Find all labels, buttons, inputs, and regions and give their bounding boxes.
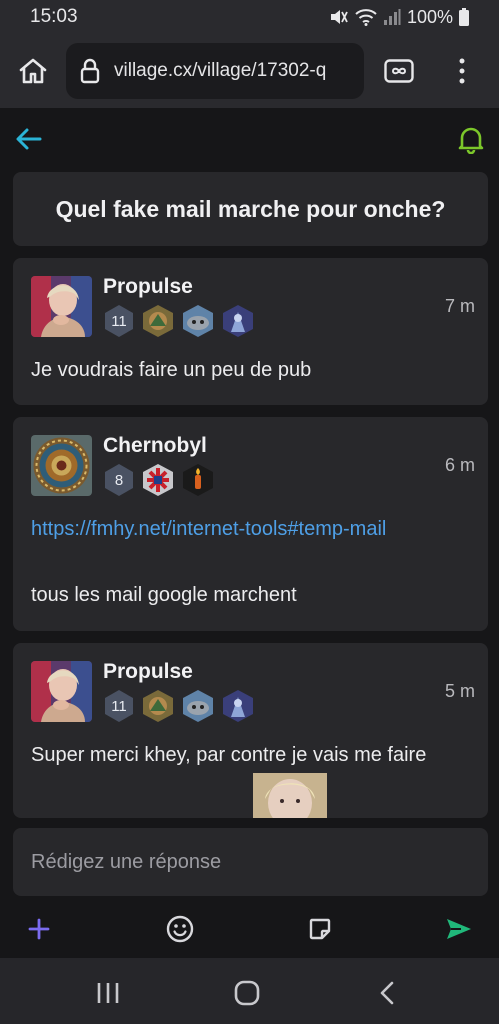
avatar[interactable] [31, 276, 92, 337]
browser-toolbar: village.cx/village/17302-q [0, 34, 499, 108]
signal-icon [383, 9, 401, 25]
home-nav-button[interactable] [227, 978, 267, 1008]
home-icon [19, 58, 47, 84]
battery-icon [459, 8, 469, 26]
back-nav-button[interactable] [367, 978, 407, 1008]
medal-icon [183, 305, 213, 337]
post: Propulse 11 5 m Super merci khey, par co… [13, 643, 488, 818]
post: Propulse 11 7 m Je voudrais faire un peu… [13, 258, 488, 405]
post-author[interactable]: Propulse [103, 660, 193, 684]
sticky-note-icon [309, 918, 331, 940]
level-value: 11 [111, 312, 127, 330]
app-header [0, 108, 499, 168]
infinity-icon [384, 59, 414, 83]
notifications-button[interactable] [457, 124, 485, 155]
recent-apps-icon [97, 983, 119, 1003]
status-icons: 100% [329, 7, 469, 28]
send-button[interactable] [442, 912, 476, 946]
medal-icon [143, 305, 173, 337]
arrow-left-icon [16, 128, 42, 150]
level-value: 8 [114, 471, 124, 489]
post-link[interactable]: https://fmhy.net/internet-tools#temp-mai… [31, 518, 386, 541]
kebab-menu-icon [459, 58, 465, 84]
home-circle-icon [234, 980, 260, 1006]
post-author[interactable]: Chernobyl [103, 434, 207, 458]
avatar[interactable] [31, 435, 92, 496]
medal-icon [223, 305, 253, 337]
embedded-image [253, 773, 327, 818]
medal-icon [183, 464, 213, 496]
topic-title: Quel fake mail marche pour onche? [55, 195, 446, 222]
medal-icon [183, 690, 213, 722]
avatar[interactable] [31, 661, 92, 722]
user-badges: 11 [103, 689, 255, 723]
bell-icon [458, 127, 484, 155]
status-bar: 15:03 100% [0, 0, 499, 34]
sticker-button[interactable] [303, 912, 337, 946]
post-time: 6 m [444, 455, 475, 475]
post-time: 5 m [444, 681, 475, 701]
plus-icon [28, 918, 50, 940]
url-text: village.cx/village/17302-q [114, 60, 327, 81]
tabs-button[interactable] [366, 34, 432, 108]
chevron-left-icon [380, 981, 394, 1005]
post-author[interactable]: Propulse [103, 275, 193, 299]
post-time: 7 m [444, 296, 475, 316]
wifi-icon [355, 9, 377, 26]
medal-icon [223, 690, 253, 722]
post-body: Je voudrais faire un peu de pub [31, 359, 312, 381]
emoji-button[interactable] [163, 912, 197, 946]
composer-toolbar [0, 900, 499, 958]
home-button[interactable] [0, 34, 66, 108]
user-badges: 11 [103, 304, 255, 338]
reply-placeholder: Rédigez une réponse [31, 850, 222, 873]
back-button[interactable] [14, 126, 44, 152]
smiley-icon [166, 915, 194, 943]
system-navigation-bar [0, 958, 499, 1024]
address-bar[interactable]: village.cx/village/17302-q [66, 43, 364, 99]
level-badge: 8 [103, 463, 135, 497]
browser-menu-button[interactable] [432, 34, 492, 108]
lock-icon [80, 58, 100, 84]
level-value: 11 [111, 697, 127, 715]
post-body: Super merci khey, par contre je vais me … [31, 744, 427, 766]
battery-percent: 100% [406, 6, 453, 27]
status-time: 15:03 [30, 6, 78, 27]
send-icon [447, 919, 471, 939]
user-badges: 8 [103, 463, 215, 497]
reply-input[interactable]: Rédigez une réponse [13, 828, 488, 896]
recent-apps-button[interactable] [88, 978, 128, 1008]
post-body: tous les mail google marchent [31, 584, 297, 606]
add-attachment-button[interactable] [22, 912, 56, 946]
medal-icon [143, 464, 173, 496]
level-badge: 11 [103, 304, 135, 338]
topic-title-card: Quel fake mail marche pour onche? [13, 172, 488, 246]
medal-icon [143, 690, 173, 722]
mute-icon [330, 10, 348, 24]
level-badge: 11 [103, 689, 135, 723]
post: Chernobyl 8 6 m https://fmhy.net/interne… [13, 417, 488, 631]
